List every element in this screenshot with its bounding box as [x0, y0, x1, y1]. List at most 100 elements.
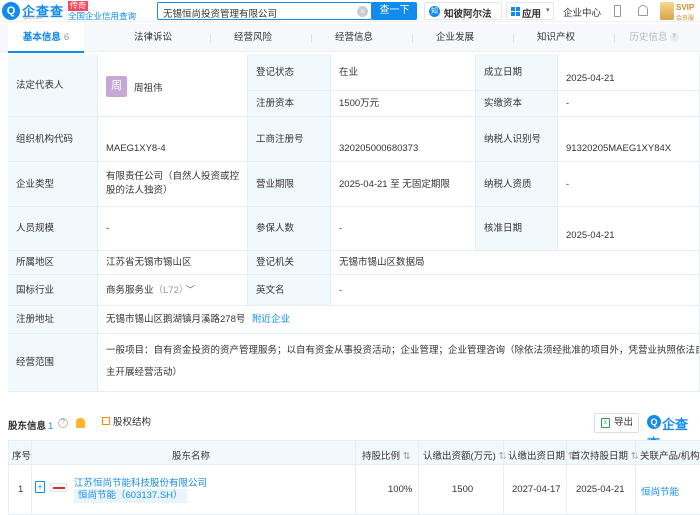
help-icon[interactable]: ? [58, 418, 68, 428]
address-value: 无锡市锡山区鹅湖镇月溪路278号 [106, 314, 246, 325]
pay-date-value: 2027-04-17 [512, 484, 561, 495]
notification-bell-icon[interactable] [638, 5, 648, 16]
tab-risk[interactable]: 经营风险 [210, 24, 296, 52]
term-value: 2025-04-21 至 无固定期限 [331, 162, 476, 207]
export-button[interactable]: x 导出 [594, 413, 639, 433]
enterprise-center-link[interactable]: 企业中心 [563, 5, 601, 19]
tab-basic-info[interactable]: 基本信息 6 [8, 24, 84, 53]
approval-value: 2025-04-21 [558, 207, 700, 251]
help-icon: ? [669, 32, 679, 42]
label-region: 所属地区 [8, 251, 98, 275]
col-ratio[interactable]: 持股比例 ⇅ [362, 448, 411, 462]
scope-line: 一般项目：自有资金投资的资产管理服务；以自有资金从事投资活动；企业管理；企业管理… [106, 345, 699, 356]
col-product: 关联产品/机构 [640, 451, 700, 462]
en-name-value: - [331, 275, 700, 306]
stock-tag[interactable]: 恒尚节能（603137.SH） [74, 489, 187, 503]
section-tabs: 基本信息 6 法律诉讼 经营风险 经营信息 企业发展 知识产权 历史信息? [0, 24, 700, 53]
label-insured: 参保人数 [248, 207, 331, 251]
legal-rep-name[interactable]: 周祖伟 [134, 80, 163, 94]
zhibi-label: 知彼阿尔法 [444, 9, 492, 20]
label-est-date: 成立日期 [476, 54, 558, 91]
monitor-bell-icon[interactable] [76, 418, 85, 428]
vip-title: SVIP [676, 3, 695, 12]
phone-icon[interactable] [614, 5, 621, 17]
legend-badge: 传奇 [68, 1, 88, 11]
org-code-value: MAEG1XY8-4 [98, 117, 248, 162]
address-cell: 无锡市锡山区鹅湖镇月溪路278号 附近企业 [98, 306, 700, 334]
col-index: 序号 [12, 451, 32, 462]
label-biz-reg-no: 工商注册号 [248, 117, 331, 162]
first-date-value: 2025-04-21 [576, 484, 625, 495]
product-link[interactable]: 恒尚节能 [641, 484, 679, 498]
search-input[interactable]: 无锡恒尚投资管理有限公司 [163, 6, 277, 20]
equity-structure-button[interactable]: 股权结构 [96, 415, 157, 431]
label-term: 营业期限 [248, 162, 331, 207]
tab-ip[interactable]: 知识产权 [513, 24, 599, 52]
staff-value: - [98, 207, 248, 251]
label-reg-capital: 注册资本 [248, 91, 331, 117]
shareholders-section: 股东信息1 ? 股权结构 x 导出 Q企查查 序号 股东名称 持股比例 ⇅ 认缴… [0, 408, 700, 515]
qcc-logo-icon[interactable]: Q [2, 2, 20, 20]
svip-button[interactable]: SVIP 会员服务 [660, 1, 698, 31]
apps-menu[interactable]: 应用 ▾ [506, 2, 554, 20]
structure-icon [102, 417, 110, 426]
clear-icon[interactable]: × [357, 6, 368, 17]
alpha-icon: 知 [429, 6, 440, 17]
search-button[interactable]: 查一下 [372, 2, 417, 20]
col-name: 股东名称 [172, 451, 211, 462]
est-date-value: 2025-04-21 [558, 54, 700, 91]
scope-line: 主开展经营活动） [106, 367, 183, 378]
label-taxpayer: 纳税人资质 [476, 162, 558, 207]
reg-status-value: 在业 [331, 54, 476, 91]
label-scope: 经营范围 [8, 334, 98, 392]
amount-value: 1500 [452, 484, 474, 495]
col-first-date[interactable]: 首次持股日期 ⇅ [571, 448, 639, 462]
avatar[interactable]: 周 [106, 76, 127, 97]
industry-cell[interactable]: 商务服务业（L72） ﹀ [98, 275, 248, 306]
label-en-name: 英文名 [248, 275, 331, 306]
label-reg-status: 登记状态 [248, 54, 331, 91]
search-box[interactable]: 无锡恒尚投资管理有限公司 × [157, 2, 372, 20]
logo-domain: Qcc.com [23, 15, 43, 21]
label-approval: 核准日期 [476, 207, 558, 251]
chevron-down-icon: ▾ [546, 7, 550, 14]
company-type-value: 有限责任公司（自然人投资或控股的法人独资） [98, 162, 248, 207]
industry-value: 商务服务业 [106, 285, 154, 296]
label-authority: 登记机关 [248, 251, 331, 275]
label-address: 注册地址 [8, 306, 98, 334]
reg-capital-value: 1500万元 [331, 91, 476, 117]
expand-plus-icon[interactable]: + [35, 481, 45, 493]
zhibi-alpha-button[interactable]: 知 知彼阿尔法 [424, 2, 502, 20]
tab-legal[interactable]: 法律诉讼 [110, 24, 196, 52]
tab-operation[interactable]: 经营信息 [311, 24, 397, 52]
apps-label: 应用 [522, 9, 542, 20]
label-legal-rep: 法定代表人 [8, 54, 98, 117]
tab-development[interactable]: 企业发展 [412, 24, 498, 52]
ratio-value: 100% [388, 484, 413, 495]
grid-icon [511, 7, 520, 16]
label-tax-id: 纳税人识别号 [476, 117, 558, 162]
tax-id-value: 91320205MAEG1XY84X [558, 117, 700, 162]
company-logo [50, 483, 67, 492]
shareholders-title: 股东信息 1 [8, 421, 54, 432]
industry-code: （L72） [153, 285, 184, 296]
taxpayer-value: - [558, 162, 700, 207]
region-value: 江苏省无锡市锡山区 [98, 251, 248, 275]
biz-reg-no-value: 320205000680373 [331, 117, 476, 162]
label-org-code: 组织机构代码 [8, 117, 98, 162]
tab-history[interactable]: 历史信息? [614, 24, 694, 52]
shareholder-name-link[interactable]: 江苏恒尚节能科技股份有限公司 [74, 475, 207, 489]
insured-value: - [331, 207, 476, 251]
scope-cell: 一般项目：自有资金投资的资产管理服务；以自有资金从事投资活动；企业管理；企业管理… [98, 334, 700, 392]
top-bar: Q 企查查 Qcc.com 传奇 全国企业信用查询 无锡恒尚投资管理有限公司 ×… [0, 0, 700, 31]
label-industry: 国标行业 [8, 275, 98, 306]
nearby-companies-link[interactable]: 附近企业 [252, 314, 290, 325]
logo-subtitle: 全国企业信用查询 [68, 11, 137, 21]
row-index: 1 [18, 484, 24, 495]
authority-value: 无锡市锡山区数据局 [331, 251, 700, 275]
chevron-down-icon[interactable]: ﹀ [186, 285, 196, 296]
label-company-type: 企业类型 [8, 162, 98, 207]
vip-crown-icon [660, 2, 674, 20]
basic-info-table: 法定代表人 周 周祖伟 登记状态 在业 成立日期 2025-04-21 注册资本… [8, 54, 700, 392]
col-amount[interactable]: 认缴出资额(万元) ⇅ [423, 448, 506, 462]
